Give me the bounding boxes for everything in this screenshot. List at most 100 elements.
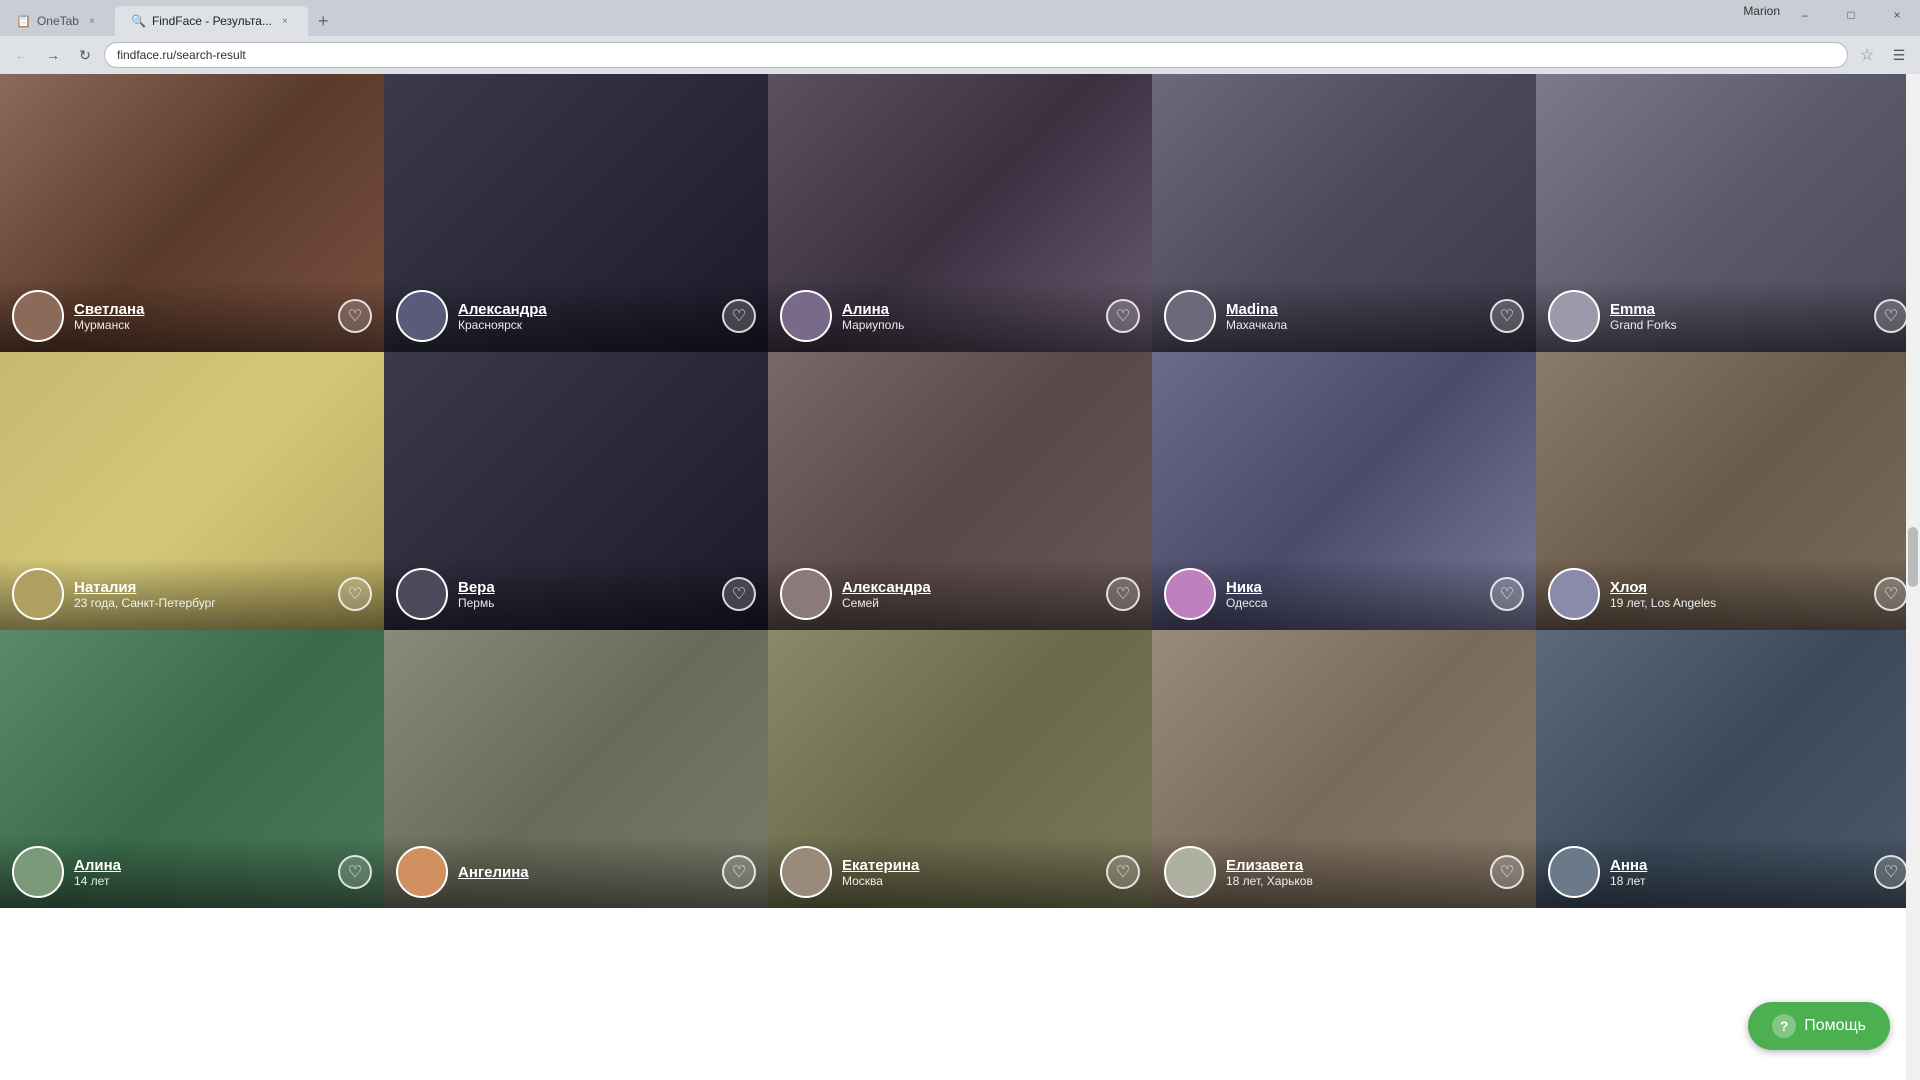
- card-name[interactable]: Emma: [1610, 301, 1864, 318]
- tab-label: OneTab: [37, 14, 79, 28]
- window-close-btn[interactable]: ×: [1874, 0, 1920, 30]
- result-card[interactable]: Наталия23 года, Санкт-Петербург♡: [0, 352, 384, 630]
- avatar[interactable]: [780, 568, 832, 620]
- result-card[interactable]: MadinaМахачкала ♡: [1152, 74, 1536, 352]
- heart-like-btn[interactable]: ♡: [1874, 299, 1908, 333]
- refresh-btn[interactable]: ↻: [72, 42, 98, 68]
- result-card[interactable]: АлинаМариуполь♡: [768, 74, 1152, 352]
- avatar[interactable]: [1164, 568, 1216, 620]
- scrollbar[interactable]: [1906, 74, 1920, 1080]
- heart-like-btn[interactable]: ♡: [338, 855, 372, 889]
- heart-like-btn[interactable]: ♡: [1874, 855, 1908, 889]
- heart-like-btn[interactable]: ♡: [1106, 855, 1140, 889]
- window-minimize-btn[interactable]: –: [1782, 0, 1828, 30]
- card-name[interactable]: Елизавета: [1226, 857, 1480, 874]
- avatar[interactable]: [396, 290, 448, 342]
- card-name[interactable]: Наталия: [74, 579, 328, 596]
- card-name[interactable]: Вера: [458, 579, 712, 596]
- result-card[interactable]: Анна18 лет ♡: [1536, 630, 1920, 908]
- heart-like-btn[interactable]: ♡: [1106, 299, 1140, 333]
- card-name[interactable]: Ангелина: [458, 864, 712, 881]
- scrollbar-thumb[interactable]: [1908, 527, 1918, 587]
- result-card[interactable]: АлександраКрасноярск♡: [384, 74, 768, 352]
- result-card[interactable]: ЕкатеринаМосква ♡: [768, 630, 1152, 908]
- avatar[interactable]: [12, 568, 64, 620]
- card-info: ЕкатеринаМосква: [842, 857, 1096, 888]
- card-info: Ангелина: [458, 864, 712, 881]
- card-name[interactable]: Александра: [458, 301, 712, 318]
- card-name[interactable]: Ника: [1226, 579, 1480, 596]
- result-card[interactable]: Ангелина ♡: [384, 630, 768, 908]
- heart-like-btn[interactable]: ♡: [722, 577, 756, 611]
- address-text: findface.ru/search-result: [117, 48, 246, 62]
- card-name[interactable]: Алина: [74, 857, 328, 874]
- browser-menu-btn[interactable]: ☰: [1886, 42, 1912, 68]
- card-info: СветланаМурманск: [74, 301, 328, 332]
- heart-like-btn[interactable]: ♡: [1490, 577, 1524, 611]
- avatar[interactable]: [780, 290, 832, 342]
- result-card[interactable]: Хлоя19 лет, Los Angeles ♡: [1536, 352, 1920, 630]
- card-bottom-overlay: MadinaМахачкала ♡: [1152, 280, 1536, 352]
- address-bar[interactable]: findface.ru/search-result: [104, 42, 1848, 68]
- heart-like-btn[interactable]: ♡: [722, 299, 756, 333]
- card-name[interactable]: Светлана: [74, 301, 328, 318]
- tab-close-onetab[interactable]: ×: [85, 14, 99, 28]
- card-info: Анна18 лет: [1610, 857, 1864, 888]
- result-card[interactable]: ВераПермь ♡: [384, 352, 768, 630]
- nav-bar: ← → ↻ findface.ru/search-result ☆ ☰: [0, 36, 1920, 74]
- bookmark-star-btn[interactable]: ☆: [1854, 42, 1880, 68]
- avatar[interactable]: [12, 290, 64, 342]
- forward-btn[interactable]: →: [40, 42, 66, 68]
- avatar[interactable]: [12, 846, 64, 898]
- card-location: Одесса: [1226, 596, 1480, 610]
- heart-like-btn[interactable]: ♡: [1874, 577, 1908, 611]
- back-btn[interactable]: ←: [8, 42, 34, 68]
- tab-new[interactable]: +: [308, 6, 339, 36]
- card-name[interactable]: Екатерина: [842, 857, 1096, 874]
- result-card[interactable]: EmmaGrand Forks ♡: [1536, 74, 1920, 352]
- window-maximize-btn[interactable]: □: [1828, 0, 1874, 30]
- card-location: 19 лет, Los Angeles: [1610, 596, 1864, 610]
- card-location: Пермь: [458, 596, 712, 610]
- card-info: ВераПермь: [458, 579, 712, 610]
- card-bottom-overlay: Анна18 лет ♡: [1536, 836, 1920, 908]
- avatar[interactable]: [1548, 846, 1600, 898]
- result-card[interactable]: АлександраСемей♡: [768, 352, 1152, 630]
- avatar[interactable]: [1164, 846, 1216, 898]
- heart-like-btn[interactable]: ♡: [1490, 855, 1524, 889]
- avatar[interactable]: [1548, 568, 1600, 620]
- user-label: Marion: [1743, 4, 1780, 18]
- card-name[interactable]: Хлоя: [1610, 579, 1864, 596]
- card-name[interactable]: Madina: [1226, 301, 1480, 318]
- help-label: Помощь: [1804, 1017, 1866, 1035]
- card-bottom-overlay: Ангелина ♡: [384, 836, 768, 908]
- heart-like-btn[interactable]: ♡: [338, 577, 372, 611]
- heart-like-btn[interactable]: ♡: [1106, 577, 1140, 611]
- card-info: Хлоя19 лет, Los Angeles: [1610, 579, 1864, 610]
- tab-onetab[interactable]: 📋 OneTab ×: [0, 6, 115, 36]
- card-info: MadinaМахачкала: [1226, 301, 1480, 332]
- heart-like-btn[interactable]: ♡: [1490, 299, 1524, 333]
- tab-label: FindFace - Результа...: [152, 14, 272, 28]
- result-card[interactable]: СветланаМурманск ♡: [0, 74, 384, 352]
- avatar[interactable]: [396, 568, 448, 620]
- tab-close-findface[interactable]: ×: [278, 14, 292, 28]
- avatar[interactable]: [1164, 290, 1216, 342]
- help-button[interactable]: ? Помощь: [1748, 1002, 1890, 1050]
- avatar[interactable]: [396, 846, 448, 898]
- card-name[interactable]: Александра: [842, 579, 1096, 596]
- card-bottom-overlay: ВераПермь ♡: [384, 558, 768, 630]
- avatar[interactable]: [1548, 290, 1600, 342]
- heart-like-btn[interactable]: ♡: [338, 299, 372, 333]
- card-name[interactable]: Алина: [842, 301, 1096, 318]
- result-card[interactable]: Елизавета18 лет, Харьков♡: [1152, 630, 1536, 908]
- card-name[interactable]: Анна: [1610, 857, 1864, 874]
- result-card[interactable]: НикаОдесса ♡: [1152, 352, 1536, 630]
- card-info: EmmaGrand Forks: [1610, 301, 1864, 332]
- heart-like-btn[interactable]: ♡: [722, 855, 756, 889]
- result-card[interactable]: Алина14 лет ♡: [0, 630, 384, 908]
- avatar[interactable]: [780, 846, 832, 898]
- tab-findface[interactable]: 🔍 FindFace - Результа... ×: [115, 6, 308, 36]
- card-info: Алина14 лет: [74, 857, 328, 888]
- card-bottom-overlay: СветланаМурманск ♡: [0, 280, 384, 352]
